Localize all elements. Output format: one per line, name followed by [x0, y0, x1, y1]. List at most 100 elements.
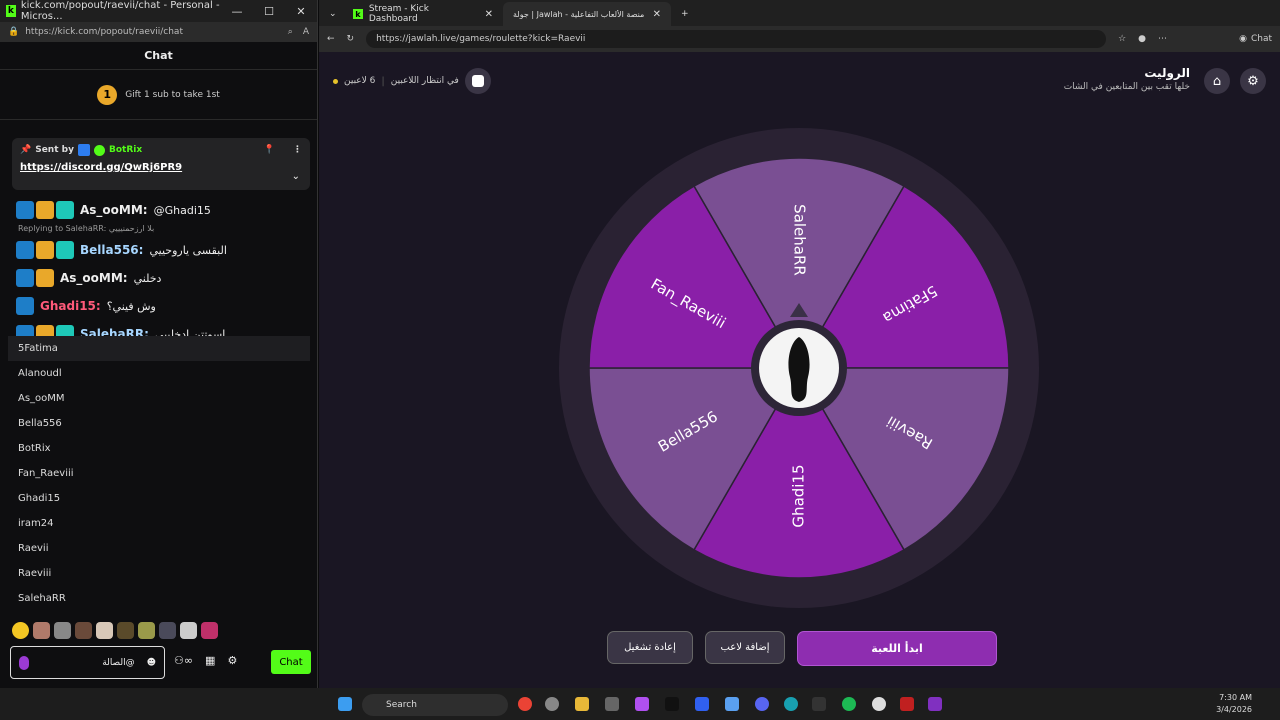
- url-field[interactable]: https://jawlah.live/games/roulette?kick=…: [366, 30, 1107, 48]
- minimize-icon[interactable]: —: [221, 5, 253, 18]
- emote-icon[interactable]: [54, 622, 71, 639]
- more-icon[interactable]: ⋮: [293, 145, 302, 155]
- close-icon[interactable]: ✕: [653, 9, 661, 20]
- suggestion-item[interactable]: BotRix: [0, 436, 318, 461]
- suggestion-item[interactable]: Raevii: [0, 536, 318, 561]
- suggestion-item[interactable]: SalehaRR: [0, 586, 318, 611]
- app-icon[interactable]: [900, 697, 914, 711]
- store-icon[interactable]: [605, 697, 619, 711]
- tiktok-icon[interactable]: [665, 697, 679, 711]
- emoji-icon[interactable]: ☻: [147, 658, 156, 668]
- start-game-button[interactable]: ابدأ اللعبة: [797, 631, 997, 666]
- copilot-chat-button[interactable]: ◉ Chat: [1239, 34, 1272, 44]
- reset-button[interactable]: إعادة تشغيل: [607, 631, 693, 664]
- windows-start-icon[interactable]: [338, 697, 352, 711]
- app-icon[interactable]: [812, 697, 826, 711]
- logo-icon[interactable]: [464, 68, 491, 94]
- app-icon[interactable]: [545, 697, 559, 711]
- gift-banner[interactable]: 1 Gift 1 sub to take 1st: [0, 70, 317, 120]
- emote-icon[interactable]: [201, 622, 218, 639]
- game-controls: إعادة تشغيل إضافة لاعب ابدأ اللعبة: [607, 631, 997, 666]
- tab-bar: ⌄ k Stream - Kick Dashboard ✕ جولة | Jaw…: [319, 0, 1280, 26]
- zoom-icon[interactable]: ⌕: [288, 27, 293, 37]
- home-icon[interactable]: ⌂: [1204, 68, 1230, 94]
- add-player-button[interactable]: إضافة لاعب: [705, 631, 785, 664]
- emote-icon[interactable]: [117, 622, 134, 639]
- send-chat-button[interactable]: Chat: [271, 650, 311, 674]
- more-icon[interactable]: ⋯: [1158, 34, 1167, 44]
- tab-jawlah[interactable]: جولة | Jawlah - منصة الألعاب التفاعلية ✕: [503, 2, 671, 26]
- chat-username[interactable]: Ghadi15:: [40, 299, 101, 313]
- gear-icon[interactable]: ⚙: [1240, 68, 1266, 94]
- chat-text: @Ghadi15: [153, 203, 211, 217]
- popout-url[interactable]: https://kick.com/popout/raevii/chat: [25, 27, 183, 37]
- chat-username[interactable]: As_ooMM:: [80, 203, 148, 217]
- tab-kick-dashboard[interactable]: k Stream - Kick Dashboard ✕: [343, 2, 503, 26]
- copilot-chat-label: Chat: [1250, 34, 1272, 44]
- window-title: kick.com/popout/raevii/chat - Personal -…: [20, 0, 220, 22]
- emote-icon[interactable]: [96, 622, 113, 639]
- chrome-icon[interactable]: [518, 697, 532, 711]
- new-tab-icon[interactable]: +: [671, 2, 699, 26]
- chat-username[interactable]: SalehaRR:: [80, 327, 149, 336]
- chat-username[interactable]: Bella556:: [80, 243, 143, 257]
- read-aloud-icon[interactable]: A: [303, 27, 309, 37]
- chevron-down-icon[interactable]: ⌄: [292, 171, 300, 182]
- pinned-sender[interactable]: BotRix: [109, 145, 142, 155]
- app-icon[interactable]: [695, 697, 709, 711]
- tab-list-icon[interactable]: ⌄: [319, 2, 343, 26]
- discord-icon[interactable]: [755, 697, 769, 711]
- suggestion-item[interactable]: Alanoudl: [0, 361, 318, 386]
- close-icon[interactable]: ✕: [285, 5, 317, 18]
- settings-icon[interactable]: ⚙: [227, 654, 237, 667]
- suggestion-item[interactable]: Fan_Raeviii: [0, 461, 318, 486]
- silhouette-avatar-icon: [788, 337, 810, 402]
- refresh-icon[interactable]: ↻: [347, 34, 355, 44]
- taskbar-search[interactable]: Search: [362, 694, 508, 716]
- players-count: 6 لاعبين: [344, 76, 376, 86]
- chat-tools: ⚇∞ ▦ ⚙: [174, 654, 237, 667]
- app-icon[interactable]: [635, 697, 649, 711]
- store-icon[interactable]: ▦: [205, 654, 215, 667]
- emote-icon[interactable]: [138, 622, 155, 639]
- microphone-icon[interactable]: [19, 655, 29, 670]
- favorite-icon[interactable]: ☆: [1118, 34, 1126, 44]
- folder-icon[interactable]: [575, 697, 589, 711]
- chat-window: k kick.com/popout/raevii/chat - Personal…: [0, 0, 318, 688]
- pinned-link[interactable]: https://discord.gg/QwRj6PR9: [20, 162, 302, 173]
- roulette-wheel[interactable]: SalehaRR5FatimaRaeviiiGhadi15Bella556Fan…: [558, 127, 1040, 609]
- close-icon[interactable]: ✕: [485, 9, 493, 20]
- maximize-icon[interactable]: ☐: [253, 5, 285, 18]
- emote-icon[interactable]: [33, 622, 50, 639]
- app-icon[interactable]: [872, 697, 886, 711]
- back-icon[interactable]: ←: [327, 34, 335, 44]
- suggestion-item[interactable]: As_ooMM: [0, 386, 318, 411]
- moderator-badge-icon: [16, 201, 34, 219]
- edge-icon[interactable]: [784, 697, 798, 711]
- suggestion-item[interactable]: Ghadi15: [0, 486, 318, 511]
- popout-urlbar: 🔒 https://kick.com/popout/raevii/chat ⌕ …: [0, 22, 317, 42]
- emote-icon[interactable]: [159, 622, 176, 639]
- emote-icon[interactable]: [75, 622, 92, 639]
- emote-icon[interactable]: [180, 622, 197, 639]
- chat-username[interactable]: As_ooMM:: [60, 271, 128, 285]
- verified-icon: [93, 144, 105, 156]
- profile-icon[interactable]: ●: [1138, 34, 1146, 44]
- tab-label: جولة | Jawlah - منصة الألعاب التفاعلية: [513, 9, 645, 19]
- users-icon[interactable]: ⚇∞: [174, 654, 193, 667]
- spotify-icon[interactable]: [842, 697, 856, 711]
- crown-badge-icon: [36, 241, 54, 259]
- emote-icon[interactable]: [12, 622, 29, 639]
- chat-input[interactable]: @الصالة ☻: [10, 646, 165, 679]
- suggestion-item[interactable]: Bella556: [0, 411, 318, 436]
- suggestion-item[interactable]: Raeviii: [0, 561, 318, 586]
- suggestion-item[interactable]: 5Fatima: [8, 336, 310, 361]
- copilot-icon: ◉: [1239, 34, 1247, 44]
- system-clock[interactable]: 7:30 AM 3/4/2026: [1216, 692, 1252, 716]
- notepad-icon[interactable]: [725, 697, 739, 711]
- unpin-icon[interactable]: 📍: [264, 145, 275, 155]
- clock-date: 3/4/2026: [1216, 705, 1252, 714]
- reply-context: Replying to SalehaRR: بلا ارزحمنيييي: [18, 224, 155, 233]
- suggestion-item[interactable]: iram24: [0, 511, 318, 536]
- app-icon[interactable]: [928, 697, 942, 711]
